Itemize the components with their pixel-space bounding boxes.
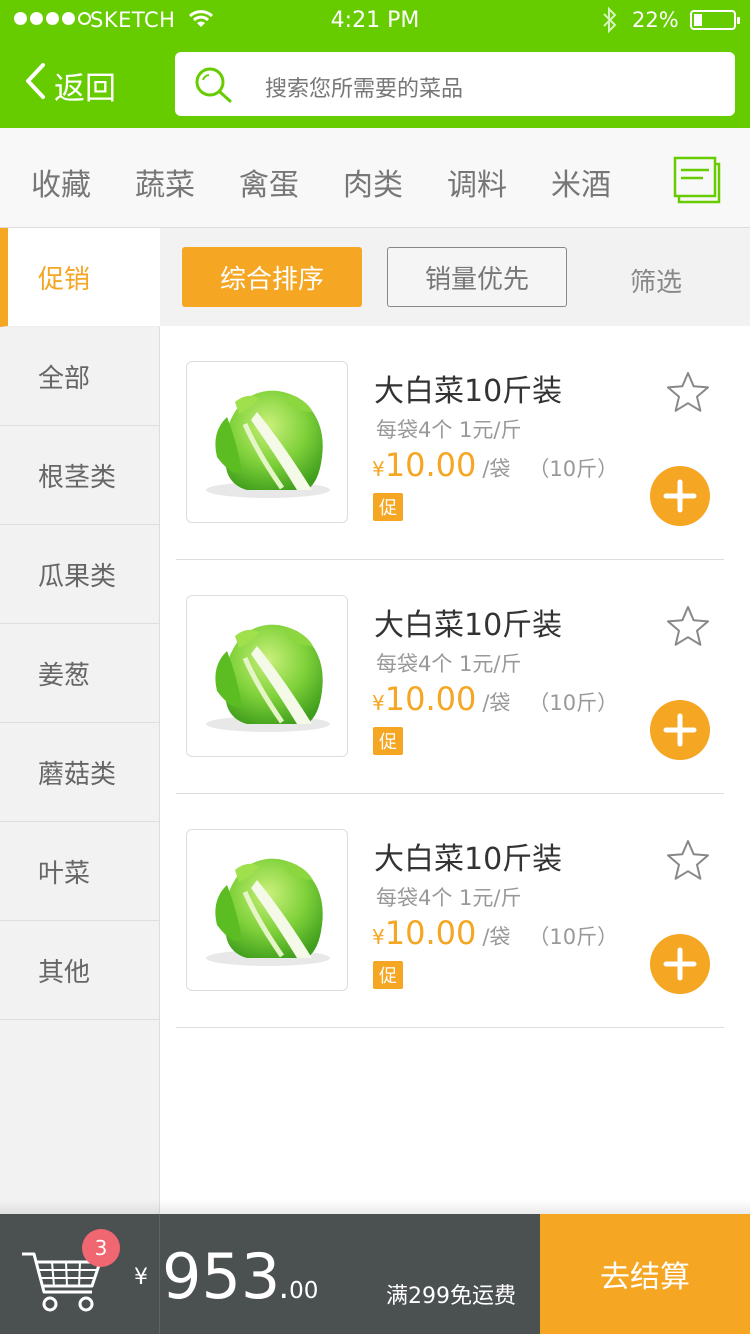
sidebar-item-all[interactable]: 全部 xyxy=(0,327,160,426)
product-card: 大白菜10斤装 每袋4个 1元/斤 ¥10.00/袋 （10斤） 促 xyxy=(160,794,750,1028)
search-icon xyxy=(193,65,235,109)
app-header: SKETCH 4:21 PM 22% 返回 搜索您所需要的菜品 xyxy=(0,0,750,128)
price-value: 10.00 xyxy=(384,914,477,952)
product-name[interactable]: 大白菜10斤装 xyxy=(374,834,562,878)
product-weight: （10斤） xyxy=(528,691,619,715)
star-icon xyxy=(667,372,709,412)
back-chevron-icon xyxy=(24,62,54,108)
sidebar: 促销 全部 根茎类 瓜果类 姜葱 蘑菇类 叶菜 其他 xyxy=(0,228,160,1214)
sort-comprehensive-button[interactable]: 综合排序 xyxy=(182,247,362,307)
favorite-star-button[interactable] xyxy=(665,604,711,652)
product-image[interactable] xyxy=(186,361,348,523)
total-decimal: 00 xyxy=(289,1278,319,1304)
search-input[interactable]: 搜索您所需要的菜品 xyxy=(175,52,735,116)
list-view-icon[interactable] xyxy=(673,156,723,210)
star-icon xyxy=(667,840,709,880)
sidebar-item-melons-fruits[interactable]: 瓜果类 xyxy=(0,525,160,624)
add-to-cart-button[interactable] xyxy=(650,466,710,526)
product-price: ¥10.00/袋 （10斤） xyxy=(372,680,618,718)
back-label: 返回 xyxy=(54,70,116,107)
product-spec: 每袋4个 1元/斤 xyxy=(376,886,522,910)
battery-icon xyxy=(690,10,740,30)
product-price: ¥10.00/袋 （10斤） xyxy=(372,914,618,952)
sidebar-item-mushrooms[interactable]: 蘑菇类 xyxy=(0,723,160,822)
total-currency: ¥ xyxy=(134,1265,148,1290)
product-weight: （10斤） xyxy=(528,925,619,949)
product-name[interactable]: 大白菜10斤装 xyxy=(374,366,562,410)
product-image[interactable] xyxy=(186,829,348,991)
promo-badge: 促 xyxy=(373,961,403,989)
add-to-cart-button[interactable] xyxy=(650,700,710,760)
price-value: 10.00 xyxy=(384,446,477,484)
search-placeholder: 搜索您所需要的菜品 xyxy=(265,77,464,102)
promo-badge: 促 xyxy=(373,493,403,521)
favorite-star-button[interactable] xyxy=(665,370,711,418)
product-spec: 每袋4个 1元/斤 xyxy=(376,418,522,442)
tab-meat[interactable]: 肉类 xyxy=(343,160,403,204)
sidebar-item-leafy-greens[interactable]: 叶菜 xyxy=(0,822,160,921)
product-spec: 每袋4个 1元/斤 xyxy=(376,652,522,676)
tab-rice-wine[interactable]: 米酒 xyxy=(551,160,611,204)
product-card: 大白菜10斤装 每袋4个 1元/斤 ¥10.00/袋 （10斤） 促 xyxy=(160,326,750,560)
plus-icon xyxy=(663,479,697,513)
total-integer: 953 xyxy=(162,1240,281,1313)
price-currency: ¥ xyxy=(372,691,385,715)
battery-percentage: 22% xyxy=(632,8,679,32)
divider xyxy=(176,1027,724,1028)
price-value: 10.00 xyxy=(384,680,477,718)
price-currency: ¥ xyxy=(372,925,385,949)
battery-fill xyxy=(694,14,702,26)
plus-icon xyxy=(663,947,697,981)
cart-count-badge: 3 xyxy=(82,1229,120,1267)
sidebar-item-promotion[interactable]: 促销 xyxy=(0,228,160,327)
price-unit: /袋 xyxy=(482,691,511,715)
tab-vegetables[interactable]: 蔬菜 xyxy=(135,160,195,204)
tab-seasoning[interactable]: 调料 xyxy=(447,160,507,204)
cart-total: ¥953.00 xyxy=(134,1240,318,1313)
price-unit: /袋 xyxy=(482,457,511,481)
star-icon xyxy=(667,606,709,646)
sidebar-item-root-vegetables[interactable]: 根茎类 xyxy=(0,426,160,525)
product-name[interactable]: 大白菜10斤装 xyxy=(374,600,562,644)
product-card: 大白菜10斤装 每袋4个 1元/斤 ¥10.00/袋 （10斤） 促 xyxy=(160,560,750,794)
back-button[interactable]: 返回 xyxy=(24,60,116,110)
product-price: ¥10.00/袋 （10斤） xyxy=(372,446,618,484)
product-list: 大白菜10斤装 每袋4个 1元/斤 ¥10.00/袋 （10斤） 促 大白菜10斤… xyxy=(160,326,750,1214)
checkout-button[interactable]: 去结算 xyxy=(540,1214,750,1334)
promo-badge: 促 xyxy=(373,727,403,755)
sort-sales-button[interactable]: 销量优先 xyxy=(387,247,567,307)
sort-filter-bar: 综合排序 销量优先 筛选 xyxy=(160,228,750,326)
category-tab-bar: 收藏 蔬菜 禽蛋 肉类 调料 米酒 xyxy=(0,128,750,228)
plus-icon xyxy=(663,713,697,747)
status-bar: SKETCH 4:21 PM 22% xyxy=(0,0,750,40)
sidebar-item-other[interactable]: 其他 xyxy=(0,921,160,1020)
filter-button[interactable]: 筛选 xyxy=(630,262,682,299)
bluetooth-icon xyxy=(601,6,619,39)
product-image[interactable] xyxy=(186,595,348,757)
free-shipping-note: 满299免运费 xyxy=(386,1284,516,1309)
add-to-cart-button[interactable] xyxy=(650,934,710,994)
price-currency: ¥ xyxy=(372,457,385,481)
price-unit: /袋 xyxy=(482,925,511,949)
tab-favorites[interactable]: 收藏 xyxy=(31,160,91,204)
total-dot: . xyxy=(278,1267,290,1307)
favorite-star-button[interactable] xyxy=(665,838,711,886)
tab-poultry-eggs[interactable]: 禽蛋 xyxy=(239,160,299,204)
sidebar-item-ginger-scallion[interactable]: 姜葱 xyxy=(0,624,160,723)
product-weight: （10斤） xyxy=(528,457,619,481)
